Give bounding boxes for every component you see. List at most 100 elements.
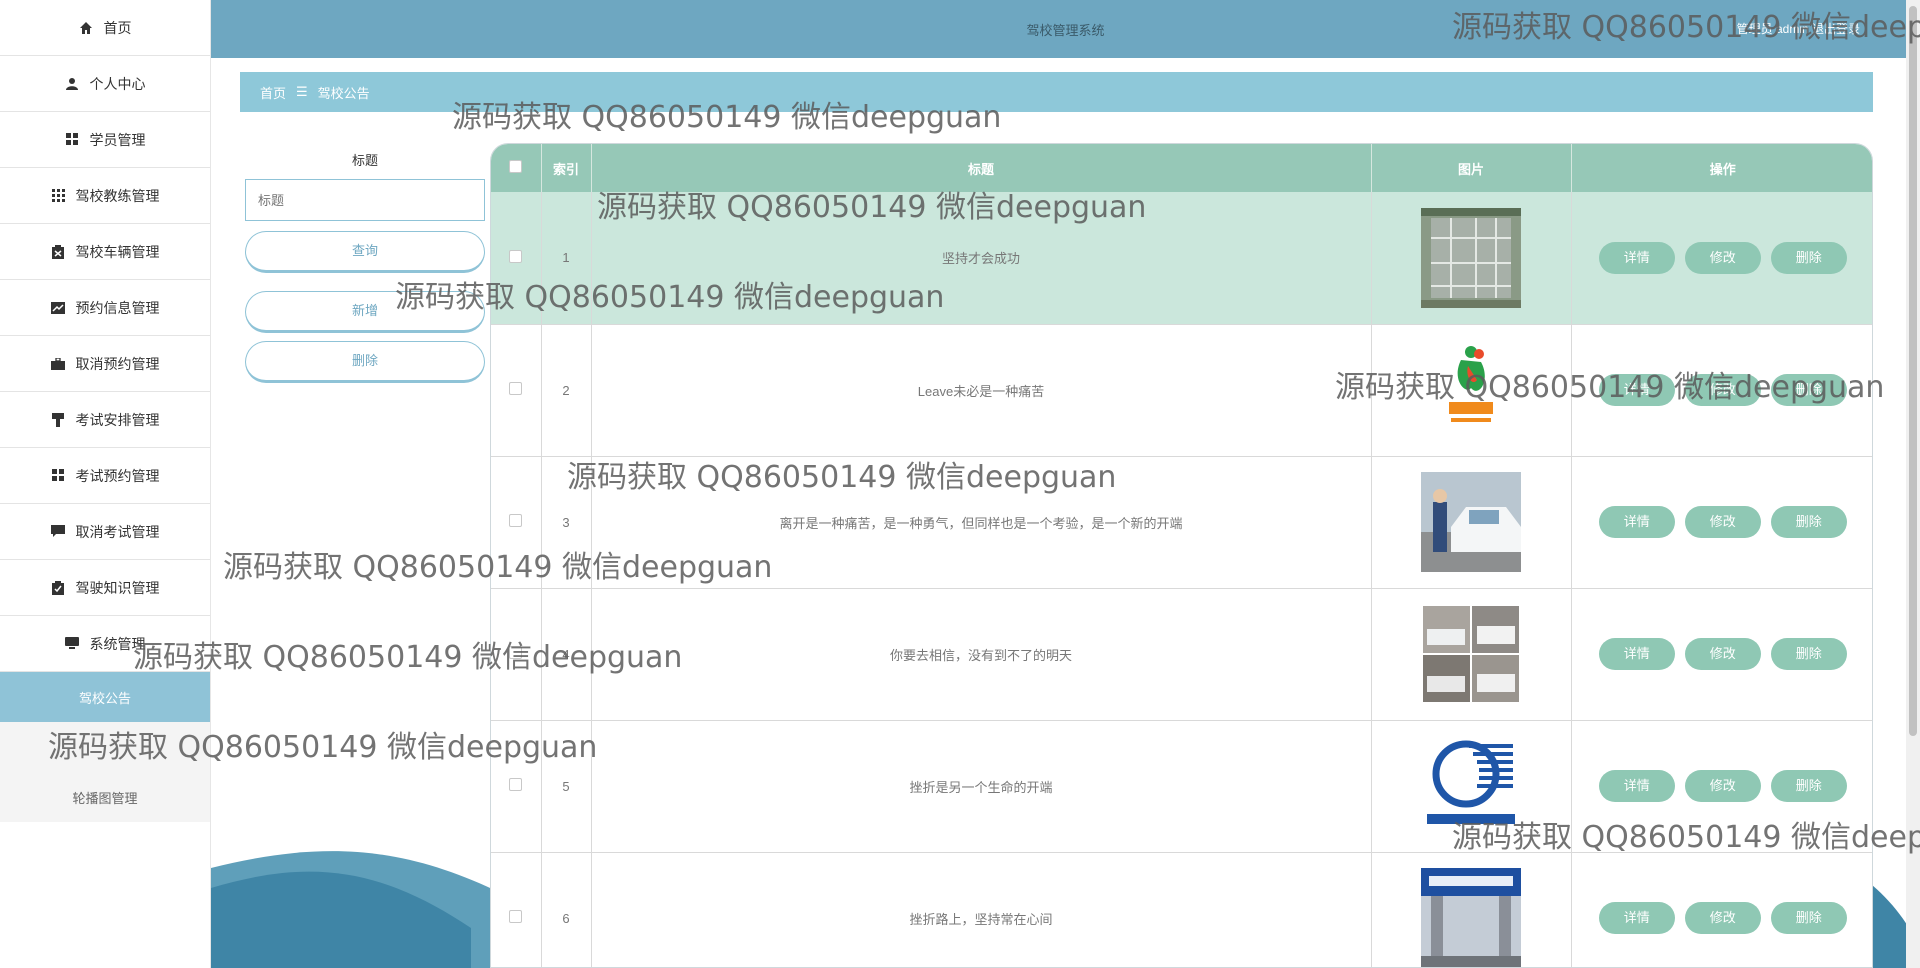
column-header-index: 索引 (541, 144, 592, 192)
watermark-text: 源码获取 QQ86050149 微信deepguan (223, 550, 773, 585)
row-index: 6 (541, 852, 592, 967)
scrollbar-thumb[interactable] (1909, 6, 1917, 736)
row-image-cell (1371, 588, 1572, 721)
sidebar-item-home[interactable]: 首页 (0, 0, 210, 56)
row-actions: 详情 修改 删除 (1571, 456, 1872, 589)
aerial-training-ground-image[interactable] (1421, 207, 1521, 308)
title-search-input[interactable] (245, 179, 485, 221)
detail-button[interactable]: 详情 (1598, 241, 1675, 274)
sidebar-subitem-carousel[interactable]: 轮播图管理 (0, 772, 210, 822)
grid-icon (51, 188, 66, 203)
sidebar-item-students[interactable]: 学员管理 (0, 112, 210, 168)
row-select-cell (491, 852, 542, 967)
select-all-header (491, 144, 542, 192)
sidebar-subitem-notices[interactable]: 驾校公告 (0, 672, 210, 722)
select-all-checkbox[interactable] (509, 160, 523, 173)
home-icon (79, 20, 94, 35)
watermark-text: 源码获取 QQ86050149 微信deepguan (133, 640, 683, 675)
sidebar-item-exam-reservations[interactable]: 考试预约管理 (0, 448, 210, 504)
watermark-text: 源码获取 QQ86050149 微信deepg (1452, 820, 1920, 855)
delete-button[interactable]: 删除 (1770, 902, 1847, 934)
watermark-text: 源码获取 QQ86050149 微信deepguan (395, 280, 945, 315)
breadcrumb-current: 驾校公告 (317, 85, 370, 101)
sidebar-item-label: 学员管理 (89, 131, 146, 148)
clipboard-check-icon (51, 580, 66, 595)
sidebar: 首页 个人中心 学员管理 驾校教练管理 驾校车辆管理 预约信息管理 取消预约管理… (0, 0, 211, 968)
title-filter-label: 标题 (351, 153, 378, 168)
table-row[interactable]: 6 挫折路上，坚持常在心间 详情 修改 删除 (491, 852, 1872, 968)
row-image-cell (1371, 456, 1572, 589)
grid-icon (65, 132, 80, 147)
column-header-actions: 操作 (1709, 161, 1736, 177)
podium-icon (51, 412, 66, 427)
row-checkbox[interactable] (509, 514, 523, 527)
detail-button[interactable]: 详情 (1598, 902, 1675, 934)
detail-button[interactable]: 详情 (1598, 770, 1675, 802)
row-title: 你要去相信，没有到不了的明天 (591, 588, 1372, 721)
monitor-icon (65, 636, 80, 651)
batch-delete-button[interactable]: 删除 (245, 341, 485, 383)
watermark-text: 源码获取 QQ86050149 微信deepguan (48, 730, 598, 765)
grid-icon (51, 468, 66, 483)
row-image-cell (1371, 852, 1572, 968)
sidebar-item-label: 个人中心 (89, 75, 146, 92)
sidebar-item-label: 取消考试管理 (75, 523, 160, 540)
edit-button[interactable]: 修改 (1684, 638, 1761, 670)
user-icon (65, 76, 80, 91)
delete-button[interactable]: 删除 (1770, 770, 1847, 802)
school-gate-photo[interactable] (1421, 868, 1521, 968)
edit-button[interactable]: 修改 (1684, 770, 1761, 802)
sidebar-item-label: 取消预约管理 (75, 355, 160, 372)
watermark-text: 源码获取 QQ86050149 微信deepguan (1335, 370, 1885, 405)
row-checkbox[interactable] (509, 249, 523, 263)
delete-button[interactable]: 删除 (1770, 638, 1847, 670)
query-button[interactable]: 查询 (245, 231, 485, 273)
row-select-cell (491, 324, 542, 457)
row-title: Leave未必是一种痛苦 (591, 324, 1372, 457)
sidebar-item-label: 驾校教练管理 (75, 187, 160, 204)
sidebar-item-cancel-exams[interactable]: 取消考试管理 (0, 504, 210, 560)
edit-button[interactable]: 修改 (1684, 902, 1761, 934)
sidebar-item-label: 预约信息管理 (75, 299, 160, 316)
instructor-car-photo[interactable] (1421, 472, 1521, 572)
edit-button[interactable]: 修改 (1684, 241, 1761, 274)
chart-icon (51, 300, 66, 315)
breadcrumb-separator: ☰ (296, 84, 308, 99)
table-row[interactable]: 4 你要去相信，没有到不了的明天 详情 修改 删除 (491, 588, 1872, 721)
row-checkbox[interactable] (509, 382, 523, 395)
row-actions: 详情 修改 删除 (1571, 192, 1872, 325)
sidebar-item-label: 驾校车辆管理 (75, 243, 160, 260)
sidebar-item-vehicles[interactable]: 驾校车辆管理 (0, 224, 210, 280)
delete-button[interactable]: 删除 (1770, 506, 1847, 538)
briefcase-icon (51, 356, 66, 371)
watermark-text: 源码获取 QQ86050149 微信deepguan (567, 460, 1117, 495)
row-title: 挫折是另一个生命的开端 (591, 720, 1372, 853)
search-panel: 标题 查询 新增 删除 (245, 150, 485, 383)
breadcrumb-home[interactable]: 首页 (260, 83, 286, 102)
chat-icon (51, 524, 66, 539)
sidebar-item-label: 考试预约管理 (75, 467, 160, 484)
sidebar-item-reservations[interactable]: 预约信息管理 (0, 280, 210, 336)
sidebar-item-label: 驾驶知识管理 (75, 579, 160, 596)
row-index: 2 (541, 324, 592, 457)
row-actions: 详情 修改 删除 (1571, 588, 1872, 721)
sidebar-item-coaches[interactable]: 驾校教练管理 (0, 168, 210, 224)
row-title: 挫折路上，坚持常在心间 (591, 852, 1372, 967)
sidebar-item-knowledge[interactable]: 驾驶知识管理 (0, 560, 210, 616)
edit-button[interactable]: 修改 (1684, 506, 1761, 538)
row-checkbox[interactable] (509, 778, 523, 791)
delete-button[interactable]: 删除 (1770, 241, 1847, 274)
row-actions: 详情 修改 删除 (1571, 852, 1872, 967)
watermark-text: 源码获取 QQ86050149 微信deepguan (452, 100, 1002, 135)
row-checkbox[interactable] (509, 910, 523, 923)
detail-button[interactable]: 详情 (1598, 506, 1675, 538)
watermark-text: 源码获取 QQ86050149 微信deepguan (597, 190, 1147, 225)
detail-button[interactable]: 详情 (1598, 638, 1675, 670)
column-header-image: 图片 (1371, 144, 1572, 192)
sidebar-item-profile[interactable]: 个人中心 (0, 56, 210, 112)
clipboard-icon (51, 244, 66, 259)
sidebar-item-exam-schedule[interactable]: 考试安排管理 (0, 392, 210, 448)
training-cars-collage-image[interactable] (1421, 604, 1521, 704)
sidebar-item-cancel-reservations[interactable]: 取消预约管理 (0, 336, 210, 392)
sidebar-item-label: 首页 (103, 19, 132, 36)
